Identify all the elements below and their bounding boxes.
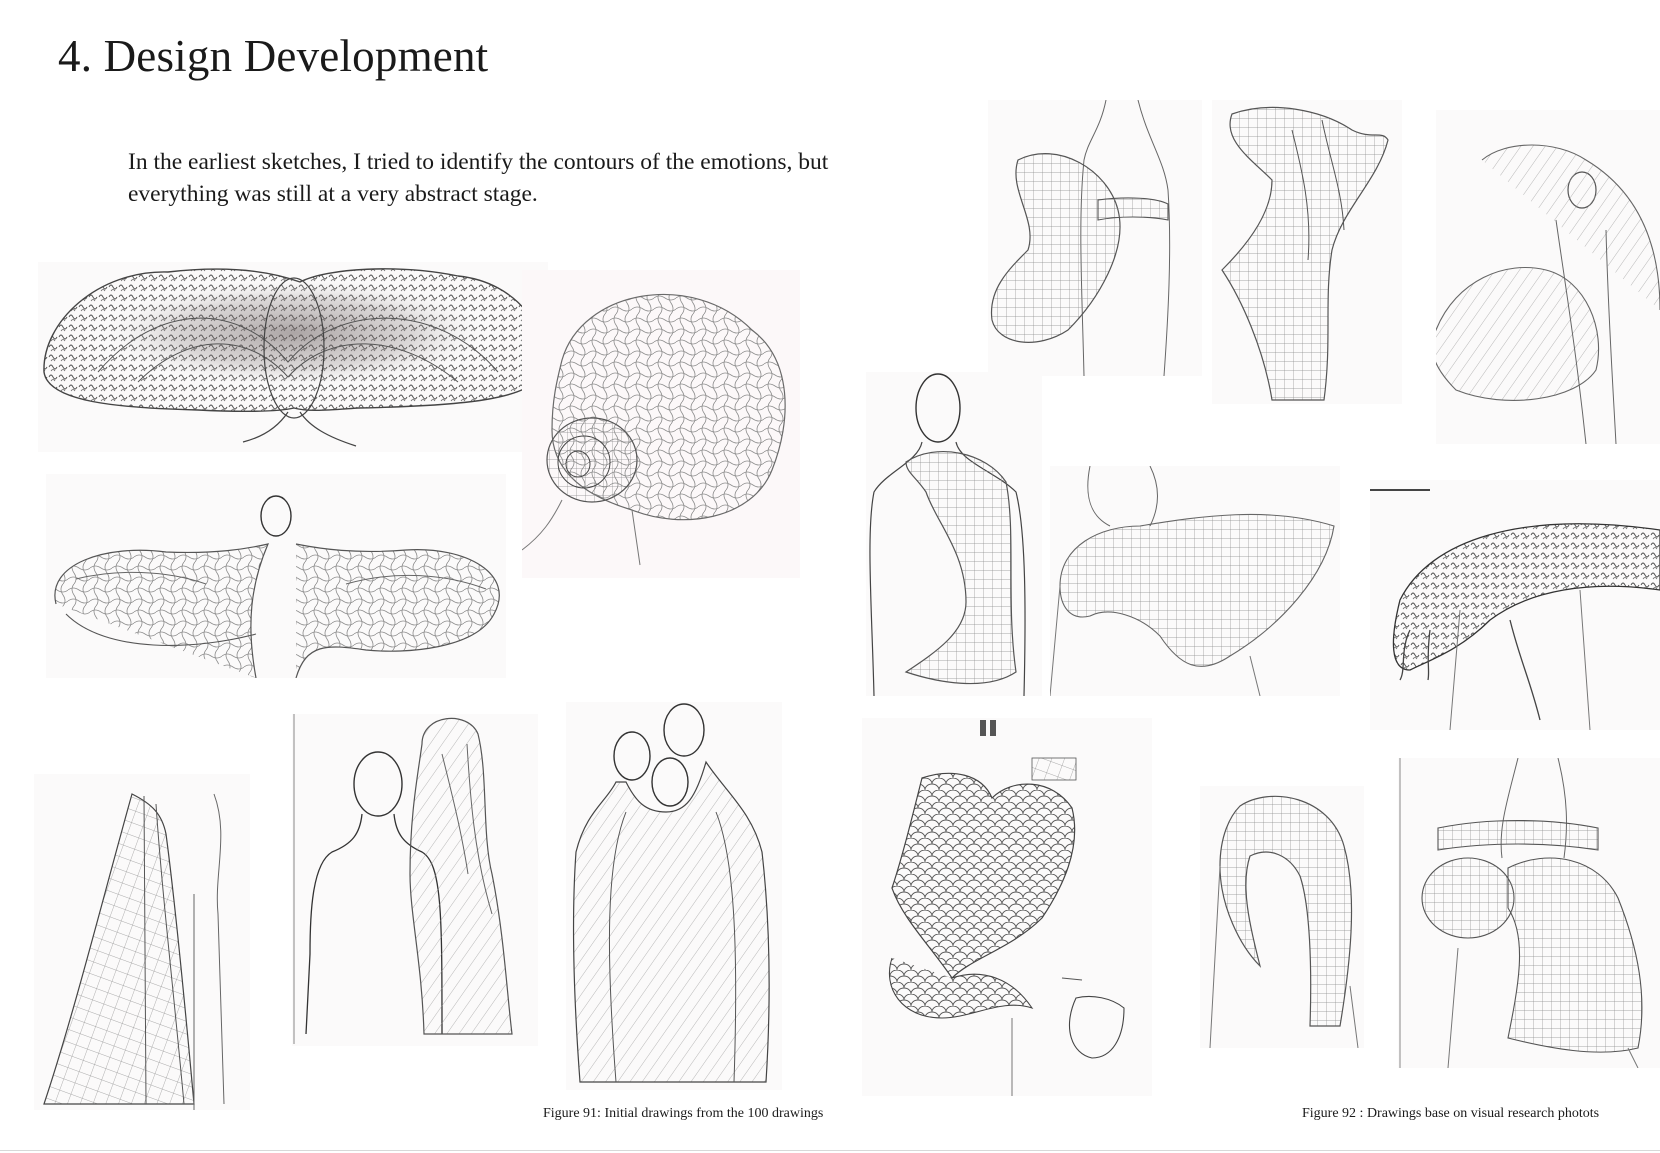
caped-figure-sketch xyxy=(46,474,506,678)
figure-91-caption: Figure 91: Initial drawings from the 100… xyxy=(543,1106,824,1121)
page-bottom-rule xyxy=(0,1150,1660,1151)
winged-shoulder-sketch xyxy=(1050,466,1340,696)
intro-paragraph: In the earliest sketches, I tried to ide… xyxy=(128,149,829,207)
twisted-column-sketch xyxy=(1212,100,1402,404)
arched-form-sketch xyxy=(1200,786,1364,1048)
scaled-garment-sketch xyxy=(862,718,1152,1096)
tubular-form-sketch xyxy=(1398,758,1660,1068)
dancing-figure-sketch xyxy=(1436,110,1660,444)
butterfly-wing-sketch xyxy=(38,262,548,452)
textured-arm-sketch xyxy=(1370,480,1660,730)
draped-torso-sketch xyxy=(988,100,1202,376)
figure-92-caption: Figure 92 : Drawings base on visual rese… xyxy=(1302,1106,1600,1121)
page-title: 4. Design Development xyxy=(58,31,489,81)
flowing-skirt-sketch xyxy=(34,774,250,1110)
hooded-figure-sketch xyxy=(292,714,538,1046)
shoulder-wrap-sketch xyxy=(866,372,1042,696)
two-figures-sketch xyxy=(566,702,782,1090)
coiled-grid-sketch xyxy=(522,270,800,578)
